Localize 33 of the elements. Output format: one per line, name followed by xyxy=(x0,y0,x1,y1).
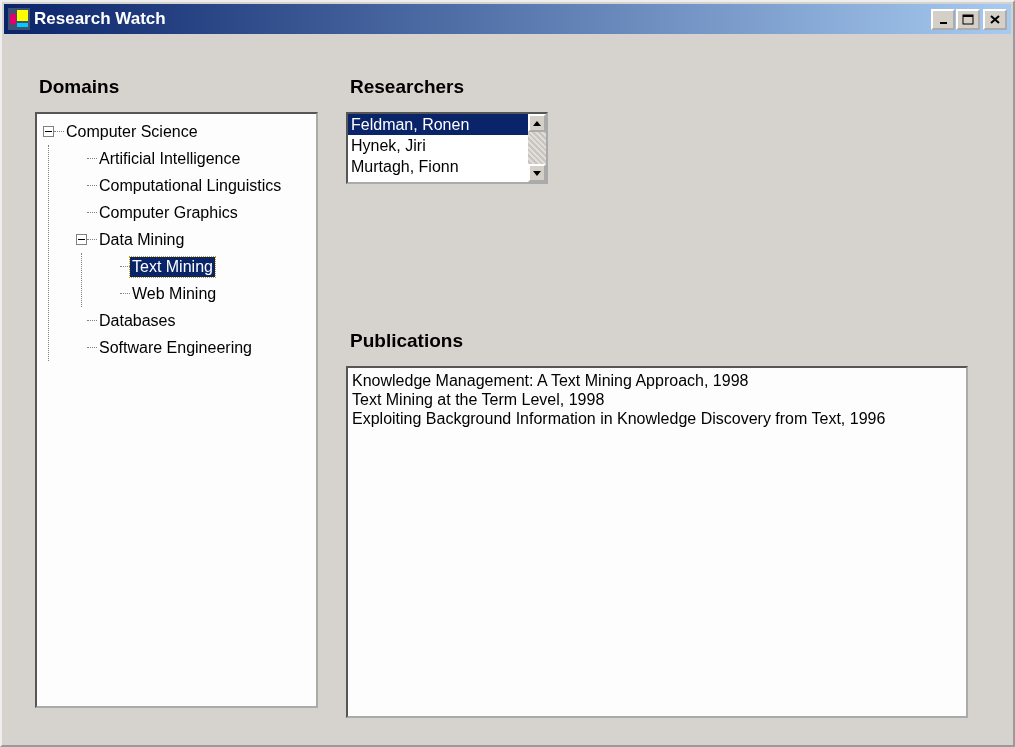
publication-item[interactable]: Exploiting Background Information in Knowledge Discovery from Text, 1996 xyxy=(352,409,962,428)
list-item[interactable]: Hynek, Jiri xyxy=(348,135,528,156)
up-arrow-icon xyxy=(533,120,541,126)
minimize-button[interactable] xyxy=(931,8,955,30)
app-icon xyxy=(8,8,30,30)
tree-item[interactable]: Text Mining xyxy=(130,256,215,277)
scrollbar[interactable] xyxy=(528,114,546,182)
close-icon xyxy=(990,14,1000,24)
scroll-up-button[interactable] xyxy=(528,114,546,132)
section-heading: Publications xyxy=(350,330,464,352)
window-title: Research Watch xyxy=(34,9,167,29)
minimize-icon xyxy=(939,21,947,24)
tree-item[interactable]: Computational Linguistics xyxy=(97,175,284,196)
maximize-icon xyxy=(962,13,974,25)
close-button[interactable] xyxy=(983,8,1007,30)
collapse-icon[interactable] xyxy=(43,126,54,137)
tree-item[interactable]: Data Mining xyxy=(97,229,187,250)
tree-item[interactable]: Software Engineering xyxy=(97,337,254,358)
tree-item[interactable]: Computer Science xyxy=(64,121,200,142)
tree-item[interactable]: Artificial Intelligence xyxy=(97,148,243,169)
tree-item[interactable]: Databases xyxy=(97,310,178,331)
publication-item[interactable]: Text Mining at the Term Level, 1998 xyxy=(352,390,962,409)
collapse-icon[interactable] xyxy=(76,234,87,245)
down-arrow-icon xyxy=(533,170,541,176)
section-heading: Domains xyxy=(39,76,121,98)
tree-item[interactable]: Web Mining xyxy=(130,283,219,304)
publication-item[interactable]: Knowledge Management: A Text Mining Approach, 1998 xyxy=(352,371,962,390)
tree-item[interactable]: Computer Graphics xyxy=(97,202,240,223)
scroll-down-button[interactable] xyxy=(528,164,546,182)
list-item[interactable]: Feldman, Ronen xyxy=(348,114,528,135)
list-item[interactable]: Murtagh, Fionn xyxy=(348,156,528,177)
section-heading: Researchers xyxy=(350,76,466,98)
maximize-button[interactable] xyxy=(956,8,980,30)
